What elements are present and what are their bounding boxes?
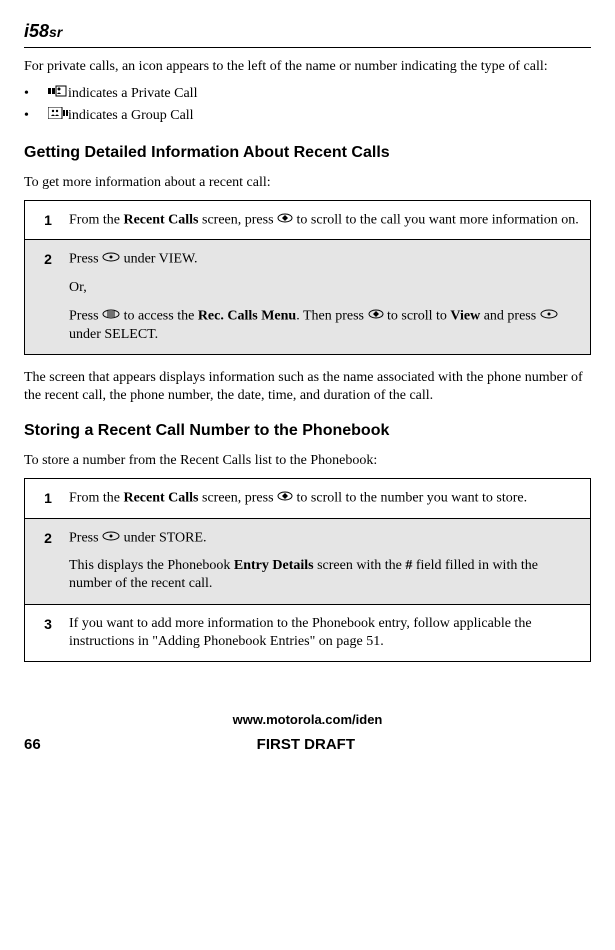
bullet-icon: • xyxy=(24,107,48,125)
step-number: 1 xyxy=(25,479,62,519)
page-number: 66 xyxy=(24,735,41,755)
text-fragment: to scroll to the number you want to stor… xyxy=(293,490,527,505)
text-fragment: screen with the xyxy=(314,558,406,573)
scroll-icon xyxy=(277,489,293,507)
text-fragment: Press xyxy=(69,308,102,323)
text-fragment: Press xyxy=(69,252,102,267)
step-description: Press under VIEW. Or, Press to access th… xyxy=(61,240,591,354)
logo-sub: sr xyxy=(49,24,62,40)
text-fragment: From the xyxy=(69,490,123,505)
call-type-list: • indicates a Private Call • indicates a… xyxy=(24,85,591,125)
section1-after: The screen that appears displays informa… xyxy=(24,369,591,405)
step-description: If you want to add more information to t… xyxy=(61,604,591,661)
step-number: 2 xyxy=(25,240,62,354)
section2-steps-table: 1 From the Recent Calls screen, press to… xyxy=(24,478,591,662)
footer-url: www.motorola.com/iden xyxy=(24,712,591,729)
text-bold: Rec. Calls Menu xyxy=(198,308,296,323)
table-row: 2 Press under VIEW. Or, Press to access … xyxy=(25,240,591,354)
text-fragment: and press xyxy=(480,308,540,323)
header-logo: i58sr xyxy=(24,20,591,43)
text-fragment: screen, press xyxy=(199,490,278,505)
text-fragment: From the xyxy=(69,212,123,227)
text-bold: Recent Calls xyxy=(123,490,198,505)
table-row: 1 From the Recent Calls screen, press to… xyxy=(25,479,591,519)
step-description: From the Recent Calls screen, press to s… xyxy=(61,200,591,240)
text-or: Or, xyxy=(69,280,87,295)
section2-heading: Storing a Recent Call Number to the Phon… xyxy=(24,421,591,442)
private-call-icon xyxy=(48,85,68,103)
private-calls-intro: For private calls, an icon appears to th… xyxy=(24,58,591,76)
logo-main: i58 xyxy=(24,21,49,41)
step-number: 1 xyxy=(25,200,62,240)
text-fragment: screen, press xyxy=(199,212,278,227)
step-description: Press under STORE. This displays the Pho… xyxy=(61,518,591,604)
table-row: 1 From the Recent Calls screen, press to… xyxy=(25,200,591,240)
footer-row: 66 FIRST DRAFT xyxy=(24,735,591,755)
text-fragment: to scroll to the call you want more info… xyxy=(293,212,579,227)
header-divider xyxy=(24,47,591,48)
text-fragment: under VIEW. xyxy=(120,252,197,267)
group-call-icon xyxy=(48,107,68,125)
scroll-icon xyxy=(368,307,384,325)
text-fragment: under STORE. xyxy=(120,530,206,545)
bullet2-text: indicates a Group Call xyxy=(68,107,194,125)
table-row: 2 Press under STORE. This displays the P… xyxy=(25,518,591,604)
list-item: • indicates a Group Call xyxy=(24,107,591,125)
section1-steps-table: 1 From the Recent Calls screen, press to… xyxy=(24,200,591,355)
list-item: • indicates a Private Call xyxy=(24,85,591,103)
footer-spacer xyxy=(571,735,591,755)
text-fragment: to access the xyxy=(120,308,198,323)
bullet1-text: indicates a Private Call xyxy=(68,85,197,103)
text-fragment: This displays the Phonebook xyxy=(69,558,234,573)
draft-label: FIRST DRAFT xyxy=(41,735,571,755)
softkey-icon xyxy=(102,250,120,268)
table-row: 3 If you want to add more information to… xyxy=(25,604,591,661)
menu-key-icon xyxy=(102,307,120,325)
text-bold: View xyxy=(450,308,480,323)
step-number: 3 xyxy=(25,604,62,661)
section1-intro: To get more information about a recent c… xyxy=(24,174,591,192)
step-description: From the Recent Calls screen, press to s… xyxy=(61,479,591,519)
softkey-icon xyxy=(102,529,120,547)
text-fragment: under SELECT. xyxy=(69,327,158,342)
step-number: 2 xyxy=(25,518,62,604)
scroll-icon xyxy=(277,211,293,229)
section1-heading: Getting Detailed Information About Recen… xyxy=(24,143,591,164)
bullet-icon: • xyxy=(24,85,48,103)
text-bold: Entry Details xyxy=(234,558,314,573)
section2-intro: To store a number from the Recent Calls … xyxy=(24,452,591,470)
text-fragment: . Then press xyxy=(296,308,367,323)
text-fragment: Press xyxy=(69,530,102,545)
text-fragment: to scroll to xyxy=(384,308,451,323)
text-bold: Recent Calls xyxy=(123,212,198,227)
softkey-icon xyxy=(540,307,558,325)
